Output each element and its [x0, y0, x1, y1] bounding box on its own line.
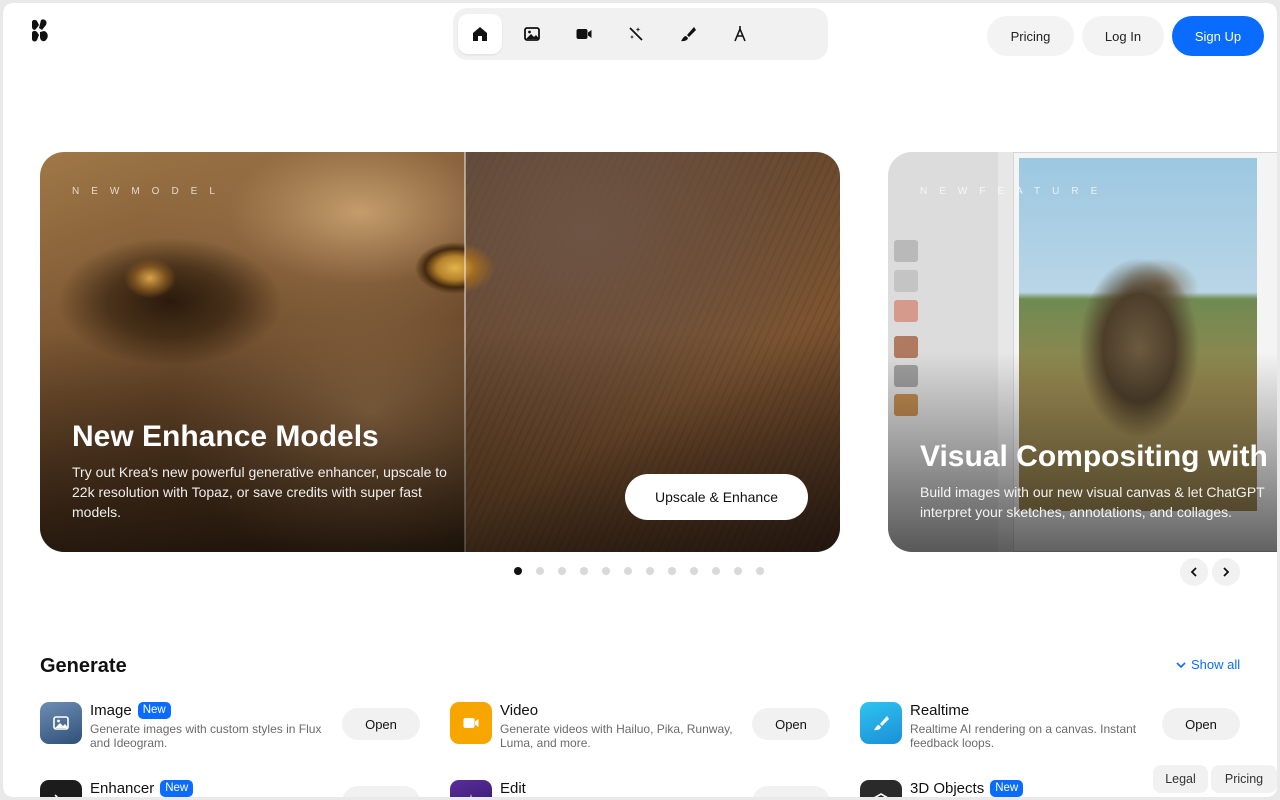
nav-draw[interactable]	[718, 14, 762, 54]
carousel-dot[interactable]	[690, 567, 698, 575]
new-badge: New	[137, 702, 171, 719]
carousel-prev-button[interactable]	[1180, 558, 1208, 586]
tool-description: Generate images with custom styles in Fl…	[90, 722, 322, 750]
tool-video[interactable]: Video Generate videos with Hailuo, Pika,…	[450, 702, 830, 752]
brush-icon	[860, 702, 902, 744]
pen-nib-icon	[734, 26, 746, 42]
slide-eyebrow: NEWFEATURE	[920, 186, 1110, 197]
tool-description: Realtime AI rendering on a canvas. Insta…	[910, 722, 1137, 750]
tool-image[interactable]: Image New Generate images with custom st…	[40, 702, 420, 752]
tool-description: Generate videos with Hailuo, Pika, Runwa…	[500, 722, 733, 750]
carousel-dot[interactable]	[668, 567, 676, 575]
nav-realtime[interactable]	[666, 14, 710, 54]
carousel-dot[interactable]	[756, 567, 764, 575]
tool-name: Realtime	[910, 702, 970, 719]
signup-button[interactable]: Sign Up	[1172, 16, 1264, 56]
nav-video[interactable]	[562, 14, 606, 54]
carousel-dot[interactable]	[602, 567, 610, 575]
hero-slide-compositing[interactable]: NEWFEATURE Visual Compositing with C Bui…	[888, 152, 1277, 552]
tool-name: 3D Objects	[910, 780, 985, 797]
home-icon	[473, 27, 487, 41]
carousel-dot[interactable]	[734, 567, 742, 575]
image-icon	[524, 27, 540, 41]
section-title: Generate	[40, 655, 127, 677]
slide-title: Visual Compositing with C	[920, 440, 1277, 473]
carousel-dot[interactable]	[646, 567, 654, 575]
tool-edit[interactable]: Edit	[450, 780, 830, 797]
carousel-dot[interactable]	[536, 567, 544, 575]
slide-description: Try out Krea's new powerful generative e…	[72, 464, 447, 520]
chevron-down-icon	[1176, 661, 1186, 668]
chevron-left-icon	[1190, 567, 1197, 577]
tool-name: Video	[500, 702, 539, 719]
image-icon	[40, 702, 82, 744]
carousel-dot[interactable]	[558, 567, 566, 575]
carousel-dot[interactable]	[712, 567, 720, 575]
tool-realtime[interactable]: Realtime Realtime AI rendering on a canv…	[860, 702, 1240, 752]
main-nav	[453, 8, 828, 60]
enhancer-icon	[40, 780, 82, 797]
brush-icon	[681, 27, 696, 42]
new-badge: New	[160, 780, 194, 797]
hero-slide-enhance[interactable]: NEWMODEL New Enhance Models Try out Krea…	[40, 152, 840, 552]
sparkle-icon	[450, 780, 492, 797]
slide-title: New Enhance Models	[72, 420, 379, 453]
show-all-label: Show all	[1191, 657, 1241, 672]
video-camera-icon	[450, 702, 492, 744]
chevron-right-icon	[1223, 567, 1230, 577]
cube-icon	[860, 780, 902, 797]
nav-image[interactable]	[510, 14, 554, 54]
slide-description: Build images with our new visual canvas …	[920, 484, 1265, 520]
video-camera-icon	[576, 29, 592, 39]
carousel-dot[interactable]	[624, 567, 632, 575]
pricing-button[interactable]: Pricing	[987, 16, 1074, 56]
carousel-dot[interactable]	[514, 567, 522, 575]
open-image-button[interactable]: Open	[342, 708, 420, 740]
page: Pricing Log In Sign Up NEWMODEL New Enha…	[3, 3, 1277, 797]
nav-home[interactable]	[458, 14, 502, 54]
tool-enhancer[interactable]: Enhancer New	[40, 780, 420, 797]
carousel-next-button[interactable]	[1212, 558, 1240, 586]
slide-eyebrow: NEWMODEL	[72, 186, 227, 197]
magic-wand-icon	[629, 27, 643, 41]
krea-logo-icon[interactable]	[30, 19, 50, 43]
tool-name: Image	[90, 702, 132, 719]
carousel-dots	[514, 567, 764, 575]
open-enhancer-button[interactable]	[342, 786, 420, 797]
show-all-link[interactable]: Show all	[1175, 657, 1240, 672]
tool-name: Edit	[500, 780, 526, 797]
tool-name: Enhancer	[90, 780, 155, 797]
footer-pricing-link[interactable]: Pricing	[1211, 765, 1277, 793]
open-realtime-button[interactable]: Open	[1162, 708, 1240, 740]
upscale-enhance-button[interactable]: Upscale & Enhance	[625, 474, 808, 520]
open-edit-button[interactable]	[752, 786, 830, 797]
nav-enhance[interactable]	[614, 14, 658, 54]
carousel-dot[interactable]	[580, 567, 588, 575]
new-badge: New	[990, 780, 1024, 797]
legal-link[interactable]: Legal	[1153, 765, 1208, 793]
login-button[interactable]: Log In	[1082, 16, 1164, 56]
open-video-button[interactable]: Open	[752, 708, 830, 740]
